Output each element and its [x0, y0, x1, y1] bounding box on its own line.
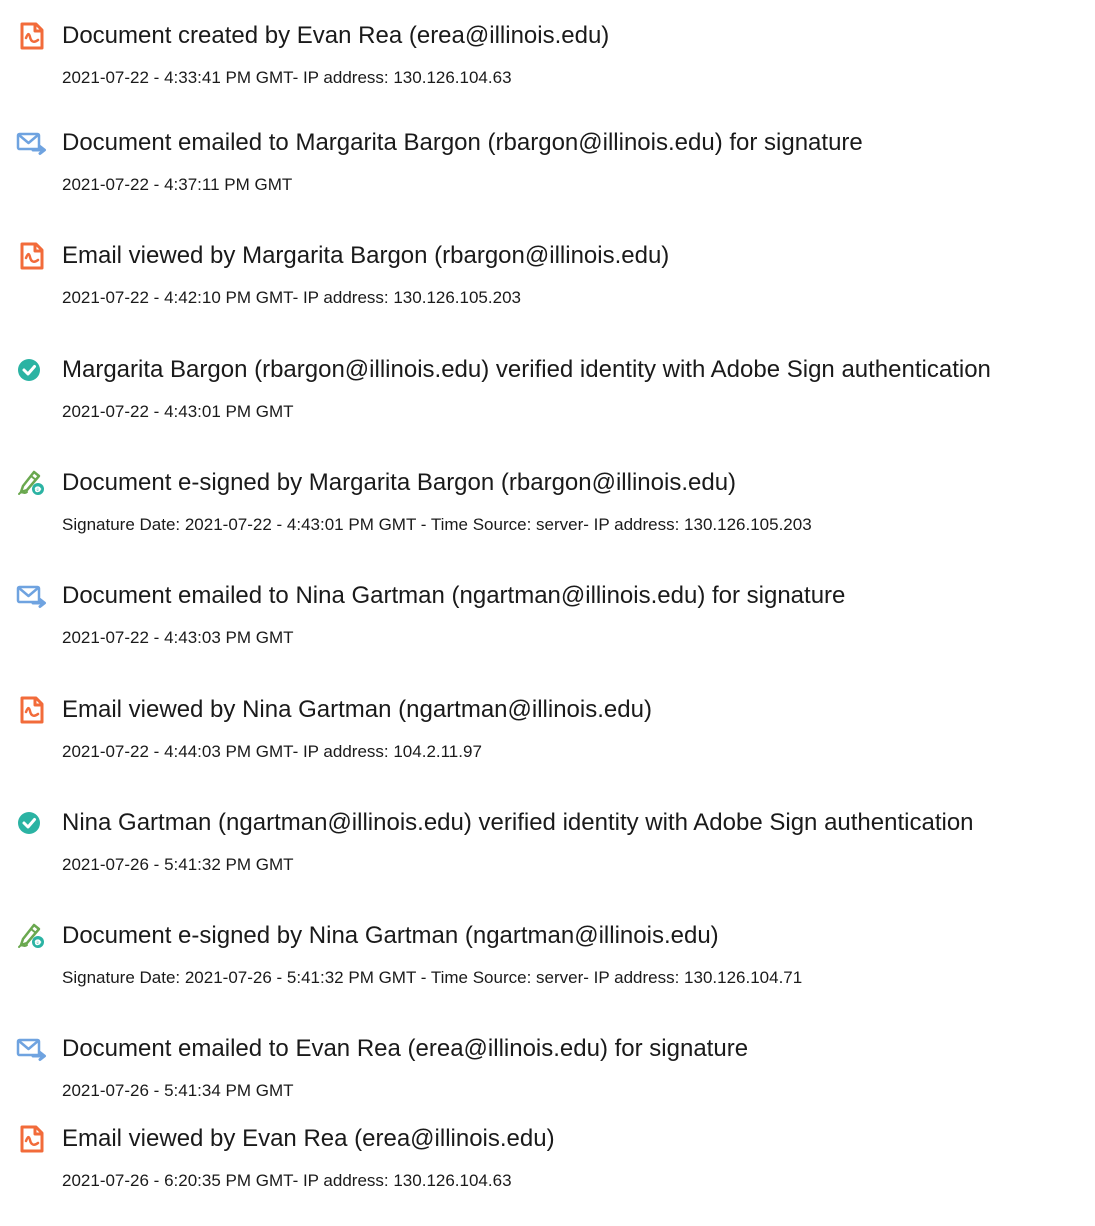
- email-sent-icon: [16, 128, 48, 158]
- event-detail: 2021-07-22 - 4:44:03 PM GMT- IP address:…: [62, 742, 482, 761]
- event-detail: 2021-07-22 - 4:43:03 PM GMT: [62, 628, 294, 647]
- event-detail: 2021-07-22 - 4:37:11 PM GMT: [62, 175, 293, 194]
- audit-event: Email viewed by Evan Rea (erea@illinois.…: [0, 1113, 1095, 1213]
- event-detail: 2021-07-22 - 4:43:01 PM GMT: [62, 402, 294, 421]
- event-text: Document emailed to Margarita Bargon (rb…: [62, 129, 863, 156]
- document-created-icon: [16, 21, 48, 51]
- event-text: Margarita Bargon (rbargon@illinois.edu) …: [62, 356, 991, 383]
- email-sent-icon: [16, 1034, 48, 1064]
- email-viewed-icon: [16, 695, 48, 725]
- audit-event: Document created by Evan Rea (erea@illin…: [0, 10, 1095, 110]
- e-sign-pen-icon: [16, 468, 48, 498]
- audit-event: Document e-signed by Margarita Bargon (r…: [0, 457, 1095, 557]
- verified-check-icon: [16, 355, 48, 385]
- event-text: Document e-signed by Margarita Bargon (r…: [62, 469, 737, 496]
- audit-event: Document emailed to Margarita Bargon (rb…: [0, 117, 1095, 217]
- audit-event: Margarita Bargon (rbargon@illinois.edu) …: [0, 344, 1095, 444]
- audit-event: Document e-signed by Nina Gartman (ngart…: [0, 910, 1095, 1010]
- event-text: Document emailed to Nina Gartman (ngartm…: [62, 582, 846, 609]
- event-detail: 2021-07-22 - 4:33:41 PM GMT- IP address:…: [62, 68, 512, 87]
- email-viewed-icon: [16, 1124, 48, 1154]
- e-sign-pen-icon: [16, 921, 48, 951]
- event-detail: 2021-07-26 - 6:20:35 PM GMT- IP address:…: [62, 1171, 512, 1190]
- event-text: Email viewed by Evan Rea (erea@illinois.…: [62, 1125, 555, 1152]
- audit-event: Document emailed to Evan Rea (erea@illin…: [0, 1023, 1095, 1123]
- event-text: Document e-signed by Nina Gartman (ngart…: [62, 922, 719, 949]
- event-text: Document created by Evan Rea (erea@illin…: [62, 22, 610, 49]
- event-detail: 2021-07-26 - 5:41:34 PM GMT: [62, 1081, 294, 1100]
- event-detail: Signature Date: 2021-07-26 - 5:41:32 PM …: [62, 968, 803, 987]
- event-detail: 2021-07-26 - 5:41:32 PM GMT: [62, 855, 294, 874]
- audit-event: Document emailed to Nina Gartman (ngartm…: [0, 570, 1095, 670]
- event-text: Email viewed by Margarita Bargon (rbargo…: [62, 242, 670, 269]
- audit-event: Email viewed by Margarita Bargon (rbargo…: [0, 230, 1095, 330]
- audit-event: Nina Gartman (ngartman@illinois.edu) ver…: [0, 797, 1095, 897]
- event-text: Nina Gartman (ngartman@illinois.edu) ver…: [62, 809, 974, 836]
- event-text: Document emailed to Evan Rea (erea@illin…: [62, 1035, 749, 1062]
- event-text: Email viewed by Nina Gartman (ngartman@i…: [62, 696, 652, 723]
- event-detail: Signature Date: 2021-07-22 - 4:43:01 PM …: [62, 515, 812, 534]
- verified-check-icon: [16, 808, 48, 838]
- email-viewed-icon: [16, 241, 48, 271]
- email-sent-icon: [16, 581, 48, 611]
- audit-event: Email viewed by Nina Gartman (ngartman@i…: [0, 684, 1095, 784]
- event-detail: 2021-07-22 - 4:42:10 PM GMT- IP address:…: [62, 288, 521, 307]
